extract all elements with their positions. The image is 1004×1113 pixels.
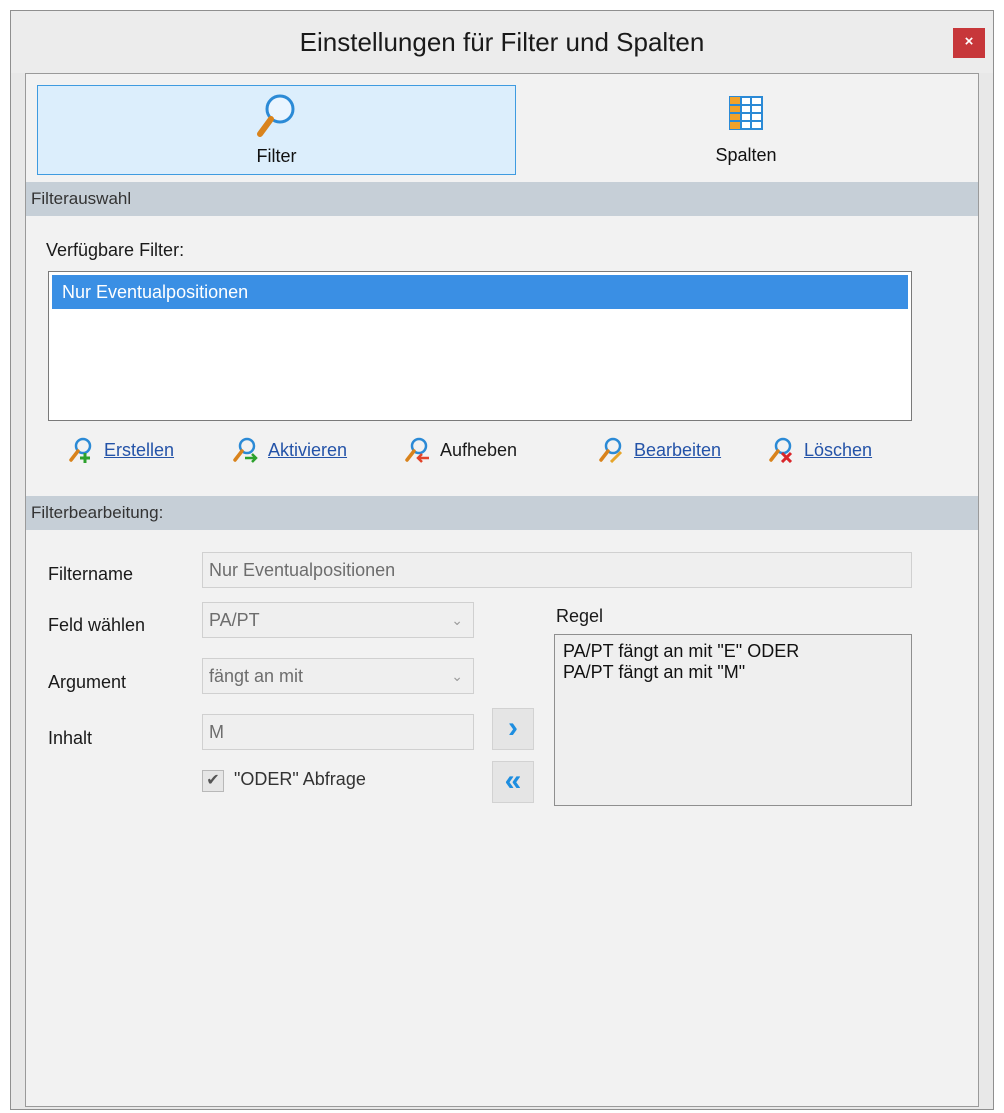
dialog-content: Filter Spalten Filterauswahl Verfügbare …	[25, 73, 979, 1107]
title-bar: Einstellungen für Filter und Spalten ×	[11, 11, 993, 73]
tab-filter[interactable]: Filter	[37, 85, 516, 175]
aktivieren-button[interactable]: Aktivieren	[232, 435, 347, 465]
aufheben-label: Aufheben	[440, 439, 518, 460]
clear-rule-button[interactable]: «	[492, 761, 534, 803]
table-columns-icon	[726, 91, 766, 140]
argument-select[interactable]: fängt an mit ⌄	[202, 658, 474, 694]
chevron-down-icon: ⌄	[451, 612, 463, 628]
close-button[interactable]: ×	[953, 28, 985, 58]
inhalt-field[interactable]: M	[202, 714, 474, 750]
filter-create-icon	[69, 437, 92, 463]
filter-delete-icon	[769, 437, 793, 463]
loeschen-label: Löschen	[804, 439, 873, 460]
oder-checkbox-label: "ODER" Abfrage	[234, 769, 366, 789]
window-title: Einstellungen für Filter und Spalten	[299, 27, 705, 57]
filterbearbeitung-header: Filterbearbeitung:	[26, 496, 978, 530]
argument-select-value: fängt an mit	[209, 666, 304, 686]
erstellen-button[interactable]: Erstellen	[68, 435, 174, 465]
regel-line: PA/PT fängt an mit "E" ODER	[563, 641, 800, 661]
feld-select[interactable]: PA/PT ⌄	[202, 602, 474, 638]
argument-label: Argument	[48, 672, 127, 692]
chevron-down-icon: ⌄	[451, 668, 463, 684]
magnifier-icon	[255, 92, 299, 145]
feld-waehlen-label: Feld wählen	[48, 615, 146, 635]
erstellen-label: Erstellen	[104, 439, 175, 460]
list-item[interactable]: Nur Eventualpositionen	[52, 275, 908, 309]
filter-activate-icon	[233, 437, 258, 463]
bearbeiten-label: Bearbeiten	[634, 439, 722, 460]
filterauswahl-header: Filterauswahl	[26, 182, 978, 216]
tab-spalten-label: Spalten	[715, 145, 777, 165]
aufheben-button[interactable]: Aufheben	[404, 435, 517, 465]
filtername-label: Filtername	[48, 564, 134, 584]
add-rule-button[interactable]: ›	[492, 708, 534, 750]
filtername-field[interactable]: Nur Eventualpositionen	[202, 552, 912, 588]
verfuegbare-filter-label: Verfügbare Filter:	[46, 240, 185, 260]
inhalt-label: Inhalt	[48, 728, 93, 748]
regel-label: Regel	[556, 606, 604, 626]
regel-line: PA/PT fängt an mit "M"	[563, 662, 746, 682]
filter-remove-icon	[405, 437, 429, 463]
filter-list[interactable]: Nur Eventualpositionen	[48, 271, 912, 421]
bearbeiten-button[interactable]: Bearbeiten	[598, 435, 721, 465]
regel-box: PA/PT fängt an mit "E" ODER PA/PT fängt …	[554, 634, 912, 806]
feld-select-value: PA/PT	[209, 610, 260, 630]
tab-spalten[interactable]: Spalten	[516, 85, 976, 175]
aktivieren-label: Aktivieren	[268, 439, 348, 460]
dialog-window: Einstellungen für Filter und Spalten × F…	[10, 10, 994, 1110]
filter-edit-icon	[599, 437, 623, 463]
oder-checkbox[interactable]: ✔	[202, 770, 224, 792]
tab-filter-label: Filter	[256, 146, 297, 166]
loeschen-button[interactable]: Löschen	[768, 435, 872, 465]
